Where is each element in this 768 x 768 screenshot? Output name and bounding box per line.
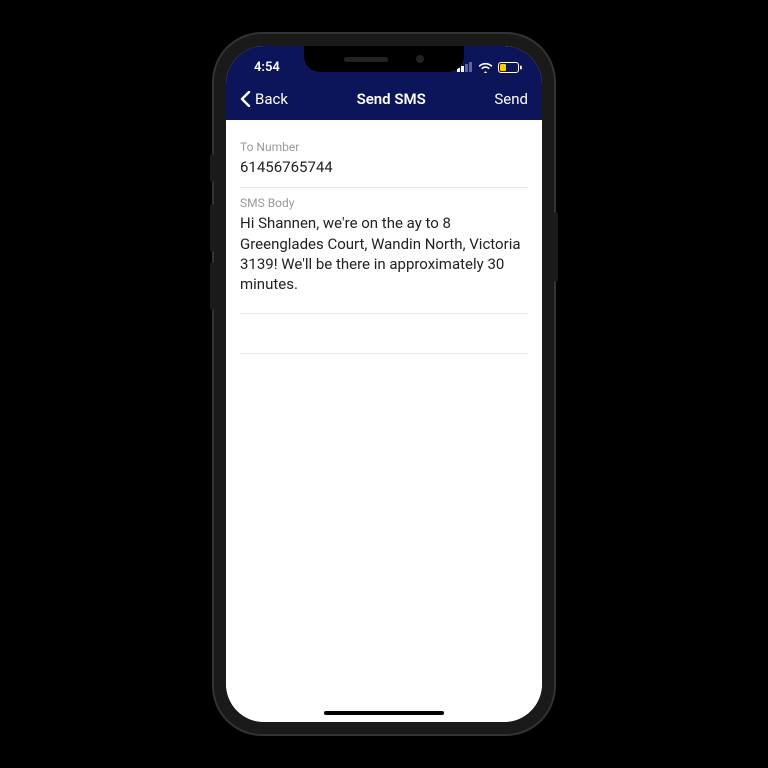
to-number-value[interactable]: 61456765744 xyxy=(240,157,528,177)
sms-body-field[interactable]: SMS Body Hi Shannen, we're on the ay to … xyxy=(240,188,528,314)
to-number-label: To Number xyxy=(240,140,528,154)
divider xyxy=(240,314,528,354)
form-content: To Number 61456765744 SMS Body Hi Shanne… xyxy=(226,120,542,722)
status-indicators xyxy=(457,62,522,73)
back-button[interactable]: Back xyxy=(240,90,288,108)
volume-up-button xyxy=(210,204,214,252)
speaker-grille xyxy=(344,57,388,62)
notch xyxy=(304,46,464,72)
back-label: Back xyxy=(255,90,288,108)
to-number-field[interactable]: To Number 61456765744 xyxy=(240,132,528,188)
sms-body-label: SMS Body xyxy=(240,196,528,210)
home-indicator[interactable] xyxy=(324,711,444,715)
phone-frame: 4:54 xyxy=(214,34,554,734)
battery-icon xyxy=(498,62,522,73)
nav-bar: Back Send SMS Send xyxy=(226,80,542,120)
volume-down-button xyxy=(210,262,214,310)
page-title: Send SMS xyxy=(357,90,426,108)
chevron-left-icon xyxy=(240,91,251,107)
send-button[interactable]: Send xyxy=(494,90,528,108)
power-button xyxy=(554,212,558,282)
sms-body-value[interactable]: Hi Shannen, we're on the ay to 8 Greengl… xyxy=(240,213,528,303)
status-time: 4:54 xyxy=(246,60,280,75)
front-camera xyxy=(416,55,424,63)
screen: 4:54 xyxy=(226,46,542,722)
wifi-icon xyxy=(478,62,493,73)
mute-switch xyxy=(210,154,214,182)
